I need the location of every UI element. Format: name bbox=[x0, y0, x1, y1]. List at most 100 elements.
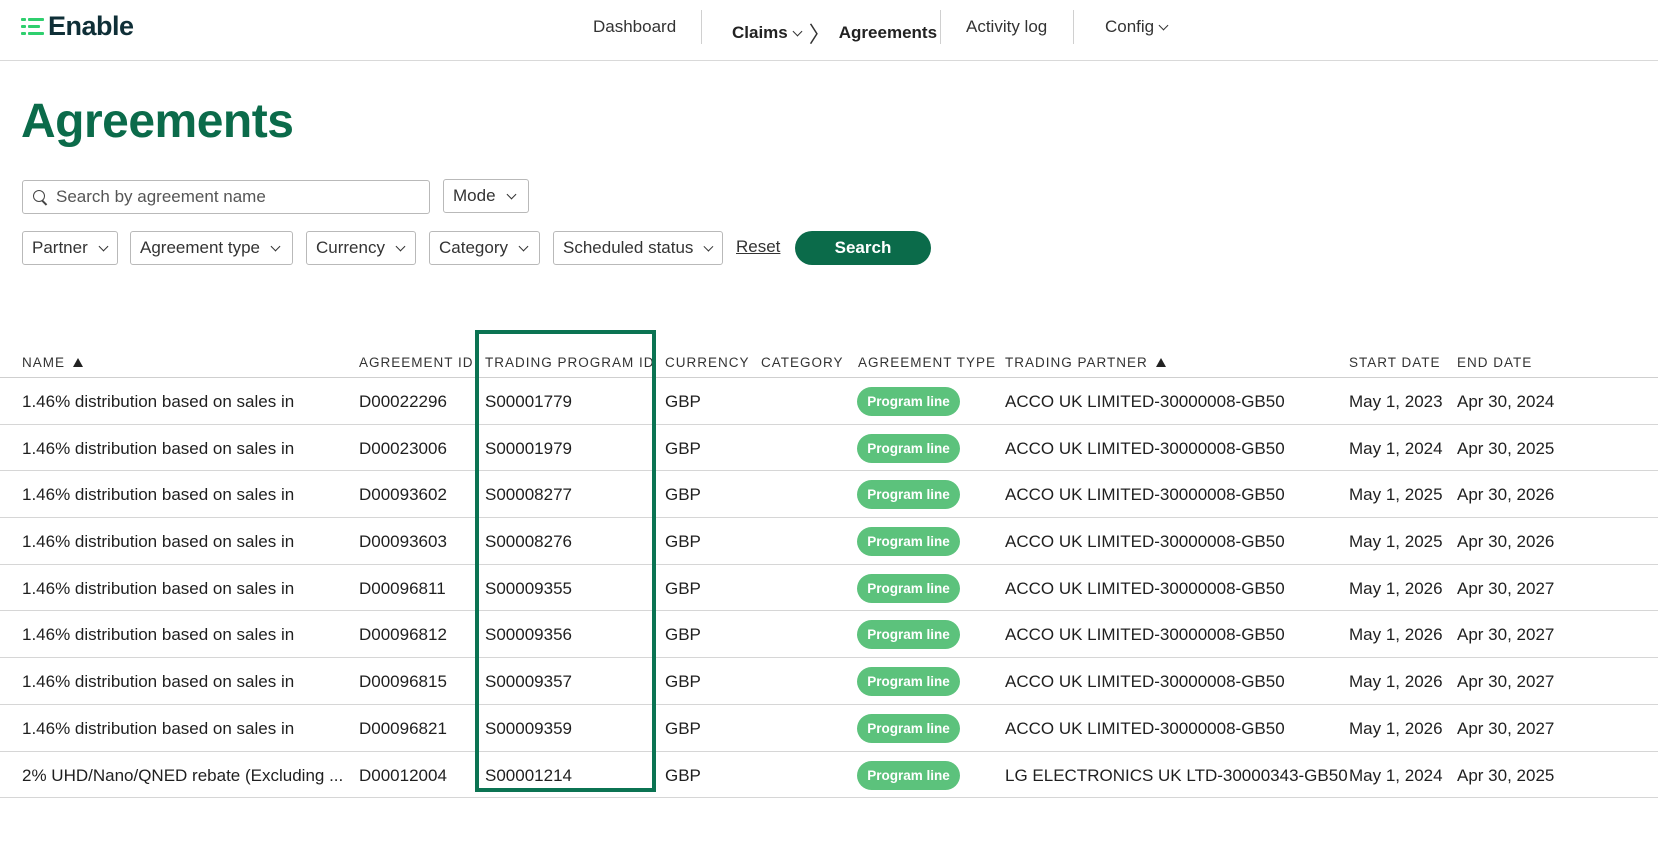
cell-start-date: May 1, 2023 bbox=[1349, 392, 1443, 411]
chevron-down-icon bbox=[395, 241, 406, 251]
cell-start-date: May 1, 2026 bbox=[1349, 625, 1443, 645]
cell-trading-program-id: S00001979 bbox=[485, 438, 572, 458]
table-row[interactable]: 1.46% distribution based on sales in D00… bbox=[0, 658, 1658, 705]
nav-claims[interactable]: Claims bbox=[732, 23, 788, 43]
cell-end-date: Apr 30, 2027 bbox=[1457, 578, 1555, 598]
cell-currency: GBP bbox=[665, 392, 701, 411]
search-input[interactable] bbox=[56, 187, 416, 207]
cell-agreement-id: D00096812 bbox=[359, 625, 447, 645]
column-header-category[interactable]: Category bbox=[761, 355, 844, 370]
nav-config-label: Config bbox=[1105, 17, 1155, 36]
column-header-start-date[interactable]: Start date bbox=[1349, 355, 1441, 370]
chevron-down-icon[interactable] bbox=[792, 26, 803, 36]
partner-dropdown-label: Partner bbox=[32, 238, 88, 257]
agreement-type-badge: Program line bbox=[857, 667, 960, 697]
table-row[interactable]: 1.46% distribution based on sales in D00… bbox=[0, 565, 1658, 612]
column-header-trading-program-id[interactable]: Trading Program ID bbox=[485, 355, 655, 370]
nav-divider bbox=[940, 10, 941, 44]
cell-start-date: May 1, 2026 bbox=[1349, 578, 1443, 598]
cell-currency: GBP bbox=[665, 438, 701, 458]
nav-activity-log[interactable]: Activity log bbox=[966, 17, 1047, 37]
cell-agreement-id: D00093602 bbox=[359, 485, 447, 505]
table-row[interactable]: 1.46% distribution based on sales in D00… bbox=[0, 471, 1658, 519]
cell-end-date: Apr 30, 2027 bbox=[1457, 672, 1555, 692]
table-row[interactable]: 1.46% distribution based on sales in D00… bbox=[0, 611, 1658, 659]
cell-agreement-id: D00096815 bbox=[359, 672, 447, 692]
agreement-type-badge: Program line bbox=[857, 760, 960, 790]
column-header-agreement-id[interactable]: Agreement ID bbox=[359, 355, 474, 370]
cell-end-date: Apr 30, 2024 bbox=[1457, 392, 1555, 411]
chevron-down-icon bbox=[506, 189, 516, 199]
cell-start-date: May 1, 2024 bbox=[1349, 438, 1443, 458]
column-header-name[interactable]: Name bbox=[22, 355, 84, 370]
cell-end-date: Apr 30, 2026 bbox=[1457, 532, 1555, 552]
cell-start-date: May 1, 2025 bbox=[1349, 485, 1443, 505]
cell-start-date: May 1, 2026 bbox=[1349, 718, 1443, 738]
partner-dropdown[interactable]: Partner bbox=[22, 231, 118, 265]
cell-name[interactable]: 1.46% distribution based on sales in bbox=[22, 719, 294, 739]
cell-end-date: Apr 30, 2026 bbox=[1457, 485, 1555, 505]
column-header-end-date[interactable]: End date bbox=[1457, 355, 1532, 370]
breadcrumb-separator-icon: 〉 bbox=[808, 22, 831, 47]
cell-agreement-id: D00096811 bbox=[359, 578, 446, 598]
cell-name[interactable]: 1.46% distribution based on sales in bbox=[22, 532, 294, 552]
table-row[interactable]: 2% UHD/Nano/QNED rebate (Excluding ... D… bbox=[0, 752, 1658, 799]
cell-start-date: May 1, 2025 bbox=[1349, 532, 1443, 552]
cell-trading-partner: ACCO UK LIMITED-30000008-GB50 bbox=[1005, 438, 1285, 458]
category-dropdown[interactable]: Category bbox=[429, 231, 540, 265]
cell-name[interactable]: 1.46% distribution based on sales in bbox=[22, 579, 294, 599]
cell-trading-partner: ACCO UK LIMITED-30000008-GB50 bbox=[1005, 718, 1285, 738]
reset-link[interactable]: Reset bbox=[736, 237, 780, 257]
table-body: 1.46% distribution based on sales in D00… bbox=[0, 378, 1658, 799]
nav-claims-breadcrumb: Claims 〉 Agreements bbox=[732, 17, 937, 49]
column-header-trading-partner[interactable]: Trading partner bbox=[1005, 355, 1166, 370]
cell-end-date: Apr 30, 2027 bbox=[1457, 625, 1555, 645]
nav-dashboard[interactable]: Dashboard bbox=[593, 17, 676, 37]
cell-trading-program-id: S00008277 bbox=[485, 485, 572, 505]
cell-trading-partner: ACCO UK LIMITED-30000008-GB50 bbox=[1005, 578, 1285, 598]
cell-name[interactable]: 1.46% distribution based on sales in bbox=[22, 439, 294, 459]
cell-name[interactable]: 1.46% distribution based on sales in bbox=[22, 485, 294, 505]
cell-trading-partner: ACCO UK LIMITED-30000008-GB50 bbox=[1005, 672, 1285, 692]
cell-agreement-id: D00023006 bbox=[359, 438, 447, 458]
cell-trading-partner: ACCO UK LIMITED-30000008-GB50 bbox=[1005, 532, 1285, 552]
scheduled-status-dropdown[interactable]: Scheduled status bbox=[553, 231, 723, 265]
table-row[interactable]: 1.46% distribution based on sales in D00… bbox=[0, 425, 1658, 472]
table-row[interactable]: 1.46% distribution based on sales in D00… bbox=[0, 705, 1658, 752]
table-row[interactable]: 1.46% distribution based on sales in D00… bbox=[0, 378, 1658, 425]
cell-currency: GBP bbox=[665, 485, 701, 505]
nav-config[interactable]: Config bbox=[1105, 17, 1169, 37]
cell-agreement-id: D00012004 bbox=[359, 765, 447, 785]
table-header: Name Agreement ID Trading Program ID Cur… bbox=[0, 340, 1658, 378]
scheduled-status-dropdown-label: Scheduled status bbox=[563, 238, 694, 257]
search-button[interactable]: Search bbox=[795, 231, 931, 265]
nav-agreements[interactable]: Agreements bbox=[839, 23, 937, 43]
cell-currency: GBP bbox=[665, 718, 701, 738]
cell-name[interactable]: 2% UHD/Nano/QNED rebate (Excluding ... bbox=[22, 766, 343, 786]
table-row[interactable]: 1.46% distribution based on sales in D00… bbox=[0, 518, 1658, 565]
currency-dropdown[interactable]: Currency bbox=[306, 231, 416, 265]
agreement-search-box[interactable] bbox=[22, 180, 430, 214]
cell-currency: GBP bbox=[665, 625, 701, 645]
nav-dashboard-label: Dashboard bbox=[593, 17, 677, 36]
agreement-type-badge: Program line bbox=[857, 527, 960, 557]
cell-name[interactable]: 1.46% distribution based on sales in bbox=[22, 625, 294, 645]
agreement-type-badge: Program line bbox=[857, 620, 960, 650]
cell-end-date: Apr 30, 2025 bbox=[1457, 765, 1555, 785]
agreement-type-dropdown[interactable]: Agreement type bbox=[130, 231, 293, 265]
cell-agreement-id: D00093603 bbox=[359, 532, 447, 552]
nav-activity-log-label: Activity log bbox=[966, 17, 1048, 36]
cell-name[interactable]: 1.46% distribution based on sales in bbox=[22, 392, 294, 412]
cell-trading-partner: ACCO UK LIMITED-30000008-GB50 bbox=[1005, 625, 1285, 645]
cell-trading-partner: ACCO UK LIMITED-30000008-GB50 bbox=[1005, 485, 1285, 505]
mode-dropdown[interactable]: Mode bbox=[443, 179, 529, 213]
chevron-down-icon bbox=[703, 241, 714, 251]
cell-currency: GBP bbox=[665, 532, 701, 552]
column-header-currency[interactable]: Currency bbox=[665, 355, 750, 370]
cell-name[interactable]: 1.46% distribution based on sales in bbox=[22, 672, 294, 692]
sort-ascending-icon bbox=[1155, 358, 1166, 367]
column-header-agreement-type[interactable]: Agreement type bbox=[858, 355, 996, 370]
agreement-type-badge: Program line bbox=[857, 433, 960, 463]
cell-end-date: Apr 30, 2025 bbox=[1457, 438, 1555, 458]
cell-currency: GBP bbox=[665, 672, 701, 692]
